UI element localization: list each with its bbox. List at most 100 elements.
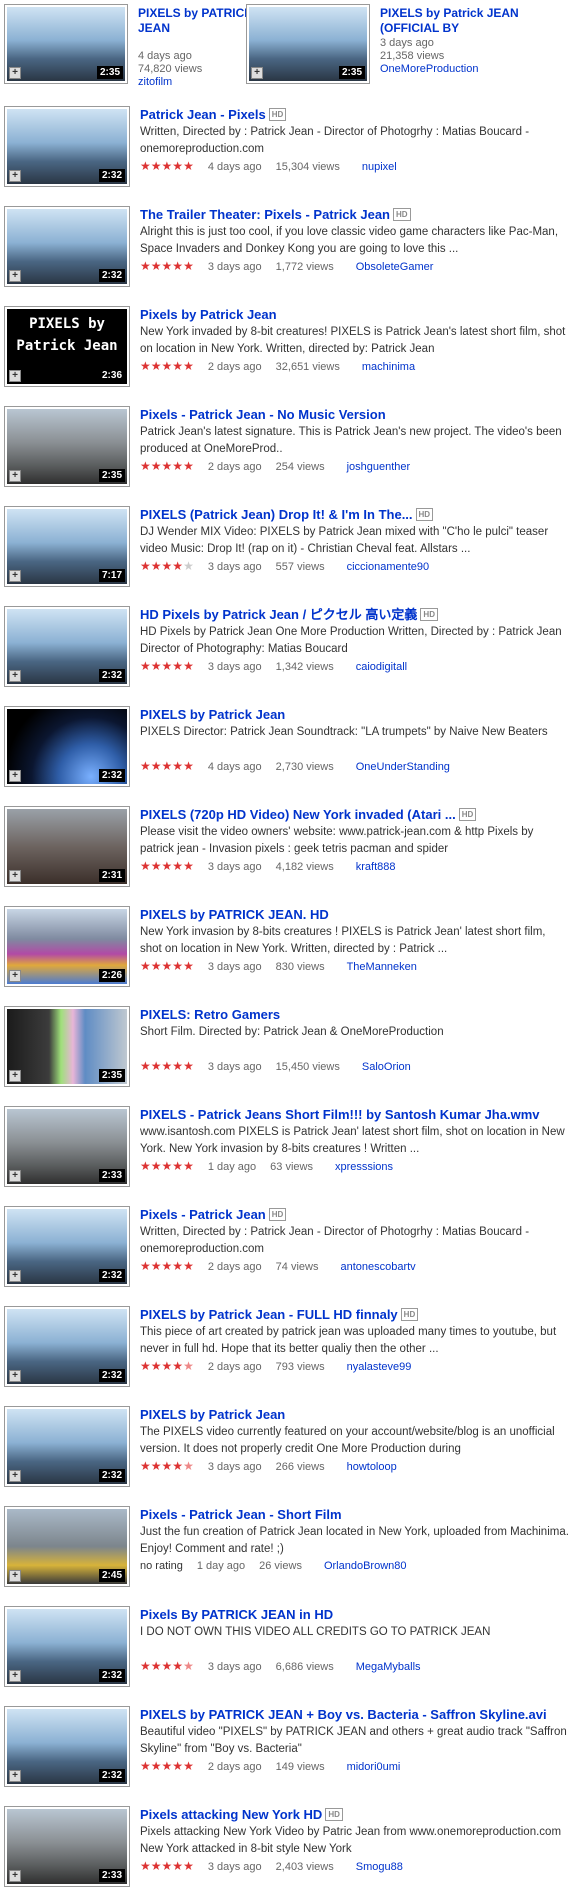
add-to-queue-icon[interactable]: + [9,870,21,882]
uploader-link[interactable]: Smogu88 [356,1861,403,1873]
result-title: The Trailer Theater: Pixels - Patrick Je… [140,206,570,223]
video-thumbnail[interactable]: PIXELS by Patrick Jean +2:36 [4,306,130,387]
video-title-link[interactable]: PIXELS (720p HD Video) New York invaded … [140,807,456,822]
video-thumbnail[interactable]: +2:32 [4,106,130,187]
video-title-link[interactable]: PIXELS by Patrick Jean - FULL HD finnaly [140,1307,398,1322]
video-thumbnail[interactable]: +2:32 [4,1606,130,1687]
uploader-link[interactable]: OneMoreProduction [380,63,530,76]
thumbnail-image[interactable]: +2:32 [7,1209,127,1284]
thumbnail-image[interactable]: +2:26 [7,909,127,984]
thumbnail-image[interactable]: +2:35 [249,7,367,81]
uploader-link[interactable]: xpresssions [335,1161,393,1173]
thumbnail-image[interactable]: +2:32 [7,1309,127,1384]
thumbnail-image[interactable]: +2:32 [7,1409,127,1484]
video-title-link[interactable]: Patrick Jean - Pixels [140,107,266,122]
video-thumbnail[interactable]: +2:33 [4,1806,130,1887]
thumbnail-image[interactable]: +2:35 [7,1009,127,1084]
add-to-queue-icon[interactable]: + [9,970,21,982]
add-to-queue-icon[interactable]: + [9,670,21,682]
video-thumbnail[interactable]: +2:32 [4,1406,130,1487]
add-to-queue-icon[interactable]: + [9,270,21,282]
uploader-link[interactable]: kraft888 [356,861,396,873]
video-title-link[interactable]: PIXELS by Patrick JEAN (OFFICIAL BY [380,6,530,36]
video-thumbnail[interactable]: +2:35 [246,4,370,84]
thumbnail-image[interactable]: +2:32 [7,1709,127,1784]
video-thumbnail[interactable]: +2:32 [4,1706,130,1787]
add-to-queue-icon[interactable]: + [251,67,263,79]
video-title-link[interactable]: Pixels - Patrick Jean - No Music Version [140,407,386,422]
uploader-link[interactable]: TheManneken [347,961,417,973]
add-to-queue-icon[interactable]: + [9,170,21,182]
thumbnail-image[interactable]: +7:17 [7,509,127,584]
video-title-link[interactable]: PIXELS by Patrick Jean [140,707,285,722]
video-thumbnail[interactable]: +2:32 [4,606,130,687]
video-title-link[interactable]: PIXELS by PATRICK JEAN + Boy vs. Bacteri… [140,1707,547,1722]
video-title-link[interactable]: Pixels By PATRICK JEAN in HD [140,1607,333,1622]
uploader-link[interactable]: ciccionamente90 [347,561,430,573]
video-title-link[interactable]: PIXELS by Patrick Jean [140,1407,285,1422]
uploader-link[interactable]: MegaMyballs [356,1661,421,1673]
add-to-queue-icon[interactable]: + [9,770,21,782]
video-thumbnail[interactable]: +2:32 [4,706,130,787]
add-to-queue-icon[interactable]: + [9,67,21,79]
video-title-link[interactable]: Pixels by Patrick Jean [140,307,277,322]
video-title-link[interactable]: Pixels attacking New York HD [140,1807,322,1822]
thumbnail-image[interactable]: +2:35 [7,409,127,484]
video-thumbnail[interactable]: +2:33 [4,1106,130,1187]
video-title-link[interactable]: Pixels - Patrick Jean [140,1207,266,1222]
add-to-queue-icon[interactable]: + [9,1170,21,1182]
featured-video[interactable]: +2:35 PIXELS by Patrick JEAN (OFFICIAL BY… [242,4,532,88]
video-thumbnail[interactable]: +2:35 [4,4,128,84]
thumbnail-image[interactable]: +2:32 [7,609,127,684]
thumbnail-image[interactable]: +2:31 [7,809,127,884]
thumbnail-image[interactable]: +2:32 [7,1609,127,1684]
thumbnail-image[interactable]: +2:32 [7,209,127,284]
video-thumbnail[interactable]: +2:32 [4,1306,130,1387]
thumbnail-image[interactable]: +2:32 [7,109,127,184]
uploader-link[interactable]: antonescobartv [340,1261,415,1273]
thumbnail-image[interactable]: +2:33 [7,1109,127,1184]
video-thumbnail[interactable]: +2:35 [4,406,130,487]
uploader-link[interactable]: howtoloop [347,1461,397,1473]
add-to-queue-icon[interactable]: + [9,570,21,582]
add-to-queue-icon[interactable]: + [9,1070,21,1082]
video-thumbnail[interactable]: +2:32 [4,206,130,287]
add-to-queue-icon[interactable]: + [9,1770,21,1782]
thumbnail-image[interactable]: +2:32 [7,709,127,784]
video-title-link[interactable]: PIXELS: Retro Gamers [140,1007,280,1022]
add-to-queue-icon[interactable]: + [9,1270,21,1282]
add-to-queue-icon[interactable]: + [9,1470,21,1482]
video-title-link[interactable]: Pixels - Patrick Jean - Short Film [140,1507,342,1522]
add-to-queue-icon[interactable]: + [9,1870,21,1882]
thumbnail-image[interactable]: +2:35 [7,7,125,81]
uploader-link[interactable]: machinima [362,361,415,373]
add-to-queue-icon[interactable]: + [9,370,21,382]
uploader-link[interactable]: OneUnderStanding [356,761,450,773]
video-title-link[interactable]: PIXELS by PATRICK JEAN. HD [140,907,329,922]
uploader-link[interactable]: midori0umi [347,1761,401,1773]
thumbnail-image[interactable]: PIXELS by Patrick Jean +2:36 [7,309,127,384]
video-title-link[interactable]: PIXELS - Patrick Jeans Short Film!!! by … [140,1107,540,1122]
thumbnail-image[interactable]: +2:45 [7,1509,127,1584]
video-thumbnail[interactable]: +2:45 [4,1506,130,1587]
add-to-queue-icon[interactable]: + [9,1570,21,1582]
video-title-link[interactable]: The Trailer Theater: Pixels - Patrick Je… [140,207,390,222]
add-to-queue-icon[interactable]: + [9,1670,21,1682]
uploader-link[interactable]: SaloOrion [362,1061,411,1073]
uploader-link[interactable]: nyalasteve99 [347,1361,412,1373]
thumbnail-image[interactable]: +2:33 [7,1809,127,1884]
video-title-link[interactable]: PIXELS (Patrick Jean) Drop It! & I'm In … [140,507,413,522]
video-thumbnail[interactable]: +2:35 [4,1006,130,1087]
add-to-queue-icon[interactable]: + [9,470,21,482]
video-thumbnail[interactable]: +2:31 [4,806,130,887]
video-title-link[interactable]: HD Pixels by Patrick Jean / ピクセル 高い定義 [140,607,417,622]
uploader-link[interactable]: joshguenther [347,461,411,473]
video-thumbnail[interactable]: +2:26 [4,906,130,987]
video-thumbnail[interactable]: +7:17 [4,506,130,587]
add-to-queue-icon[interactable]: + [9,1370,21,1382]
uploader-link[interactable]: caiodigitall [356,661,407,673]
uploader-link[interactable]: OrlandoBrown80 [324,1560,407,1572]
uploader-link[interactable]: nupixel [362,161,397,173]
video-thumbnail[interactable]: +2:32 [4,1206,130,1287]
uploader-link[interactable]: ObsoleteGamer [356,261,434,273]
